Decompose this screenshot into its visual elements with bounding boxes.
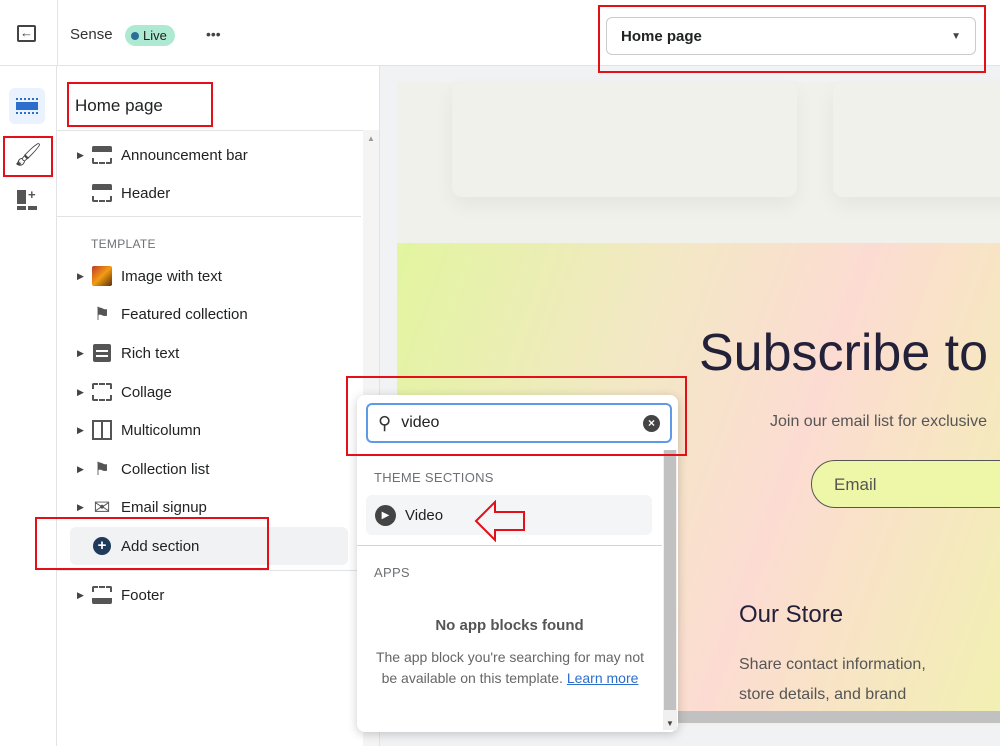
columns-icon — [91, 420, 113, 440]
plus-circle-icon: + — [93, 537, 111, 555]
more-actions-button[interactable]: ••• — [206, 26, 221, 42]
learn-more-link[interactable]: Learn more — [567, 670, 639, 686]
item-label: Collection list — [121, 460, 210, 478]
store-text-1: Share contact information, — [739, 656, 926, 673]
sidebar-title: Home page — [75, 96, 163, 115]
play-icon: ▶ — [375, 504, 396, 526]
annotation-arrow-icon — [474, 500, 525, 542]
icon-rail: 🖌 + — [0, 66, 57, 746]
section-announcement-bar[interactable]: ▶ Announcement bar — [77, 137, 337, 173]
search-input[interactable]: ⚲ video × — [366, 403, 672, 443]
add-section-popover: ⚲ video × THEME SECTIONS ▶ Video APPS No… — [357, 395, 678, 732]
page-selector[interactable]: Home page ▼ — [606, 17, 976, 55]
result-label: Video — [405, 506, 444, 524]
item-label: Rich text — [121, 344, 180, 362]
section-featured-collection[interactable]: ⚑ Featured collection — [77, 296, 337, 332]
item-label: Header — [121, 184, 171, 202]
divider — [57, 570, 361, 571]
section-collection-list[interactable]: ▶ ⚑ Collection list — [77, 451, 337, 487]
newsletter-subtext: Join our email list for exclusive — [770, 413, 987, 430]
item-label: Announcement bar — [121, 146, 248, 164]
section-footer[interactable]: ▶ Footer — [77, 577, 337, 613]
section-multicolumn[interactable]: ▶ Multicolumn — [77, 412, 337, 448]
newsletter-heading: Subscribe to — [699, 324, 989, 382]
item-label: Email signup — [121, 498, 207, 516]
expand-caret-icon[interactable]: ▶ — [77, 464, 91, 475]
divider — [357, 545, 662, 546]
section-email-signup[interactable]: ▶ ✉ Email signup — [77, 489, 337, 525]
section-header[interactable]: Header — [77, 175, 337, 211]
item-label: Featured collection — [121, 305, 248, 323]
page-selector-value: Home page — [621, 27, 702, 45]
tag-icon: ⚑ — [93, 458, 111, 479]
add-section-button[interactable]: + Add section — [70, 527, 348, 565]
preview-scrollbar[interactable] — [678, 711, 1000, 723]
image-thumbnail-icon — [91, 266, 113, 286]
search-value: video — [401, 414, 440, 431]
expand-caret-icon[interactable]: ▶ — [77, 502, 91, 513]
apps-label: APPS — [374, 565, 410, 580]
section-icon — [91, 145, 113, 165]
envelope-icon: ✉ — [93, 496, 111, 519]
expand-caret-icon[interactable]: ▶ — [77, 150, 91, 161]
status-badge: Live — [125, 25, 175, 46]
top-bar: ← Sense Live ••• Home page ▼ — [0, 0, 1000, 66]
section-rich-text[interactable]: ▶ Rich text — [77, 335, 337, 371]
app-blocks-icon[interactable]: + — [17, 188, 37, 210]
section-icon — [91, 183, 113, 203]
store-title: Our Store — [739, 601, 844, 628]
expand-caret-icon[interactable]: ▶ — [77, 271, 91, 282]
expand-caret-icon[interactable]: ▶ — [77, 590, 91, 601]
theme-sections-label: THEME SECTIONS — [374, 470, 494, 485]
exit-icon[interactable]: ← — [17, 25, 36, 42]
divider — [57, 0, 58, 66]
store-text-2: store details, and brand — [739, 686, 907, 703]
section-icon — [91, 585, 113, 605]
add-section-label: Add section — [121, 537, 200, 555]
card — [833, 82, 1000, 197]
popup-scrollbar[interactable]: ▼ — [663, 450, 677, 730]
empty-text: The app block you're searching for may n… — [373, 647, 647, 689]
divider — [57, 130, 363, 131]
template-label: TEMPLATE — [91, 237, 156, 251]
theme-settings-brush-icon[interactable]: 🖌 — [14, 142, 42, 168]
sections-icon[interactable] — [9, 88, 45, 124]
clear-search-icon[interactable]: × — [643, 414, 660, 432]
empty-title: No app blocks found — [435, 617, 584, 634]
expand-caret-icon[interactable]: ▶ — [77, 425, 91, 436]
item-label: Multicolumn — [121, 421, 202, 439]
section-icon — [91, 382, 113, 402]
text-icon — [91, 343, 113, 363]
divider — [57, 216, 361, 217]
expand-caret-icon[interactable]: ▶ — [77, 387, 91, 398]
email-placeholder: Email — [834, 475, 877, 494]
expand-caret-icon[interactable]: ▶ — [77, 348, 91, 359]
section-collage[interactable]: ▶ Collage — [77, 374, 337, 410]
tag-icon: ⚑ — [93, 303, 111, 324]
item-label: Image with text — [121, 267, 222, 285]
item-label: Footer — [121, 586, 165, 604]
email-input[interactable]: Email — [811, 460, 1000, 508]
sections-sidebar: Home page ▲ ▶ Announcement bar Header TEM… — [57, 66, 380, 746]
section-image-with-text[interactable]: ▶ Image with text — [77, 258, 337, 294]
search-icon: ⚲ — [378, 412, 392, 433]
status-dot-icon — [131, 31, 139, 40]
status-label: Live — [143, 28, 167, 43]
theme-name: Sense — [70, 26, 113, 43]
caret-down-icon: ▼ — [951, 30, 961, 42]
item-label: Collage — [121, 383, 172, 401]
card — [452, 82, 797, 197]
